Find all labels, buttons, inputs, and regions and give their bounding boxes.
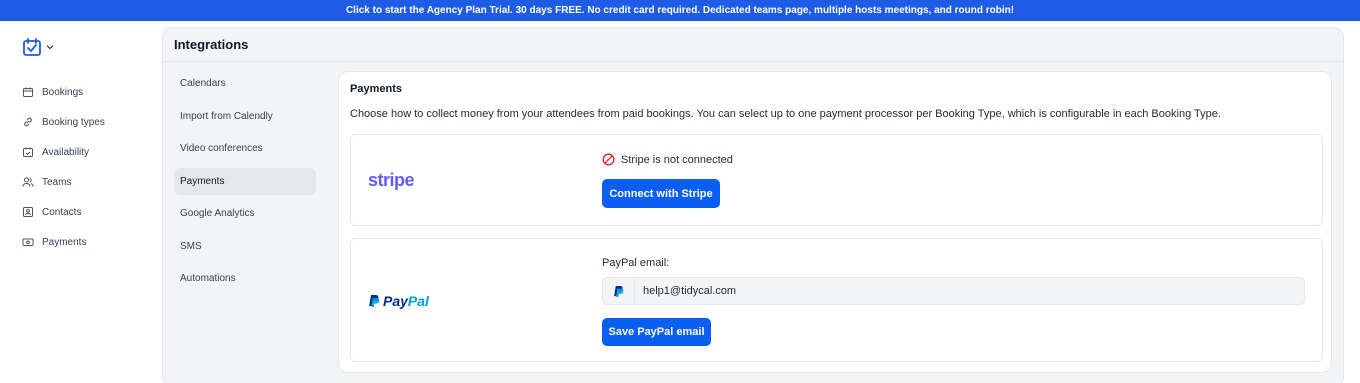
paypal-logo-pay: Pay [383, 293, 408, 309]
link-icon [24, 117, 32, 127]
promo-banner[interactable]: Click to start the Agency Plan Trial. 30… [0, 0, 1360, 21]
sidebar-item-contacts[interactable]: Contacts [22, 197, 105, 227]
money-icon [22, 238, 34, 246]
sidebar-item-label: Payments [42, 236, 87, 248]
paypal-prefix [603, 278, 635, 304]
payments-description: Choose how to collect money from your at… [350, 108, 1221, 120]
calendar-check-icon [23, 147, 33, 157]
subnav-item-payments[interactable]: Payments [174, 167, 316, 195]
stripe-status-text: Stripe is not connected [621, 153, 733, 166]
paypal-icon [614, 285, 624, 297]
calendar-icon [23, 87, 33, 97]
stripe-logo: stripe [368, 170, 415, 190]
app-logo-menu[interactable] [22, 37, 54, 57]
sidebar-item-label: Booking types [42, 116, 105, 128]
sidebar-item-bookings[interactable]: Bookings [22, 77, 105, 107]
subnav-item-automations[interactable]: Automations [174, 265, 316, 292]
paypal-logo: Pay Pal [368, 293, 429, 309]
sidebar-item-availability[interactable]: Availability [22, 137, 105, 167]
sidebar-item-label: Contacts [42, 206, 82, 218]
stripe-status: Stripe is not connected [602, 153, 733, 166]
subnav-item-google-analytics[interactable]: Google Analytics [174, 200, 316, 227]
app-logo-icon [23, 38, 41, 56]
subnav-item-import-calendly[interactable]: Import from Calendly [174, 103, 316, 130]
paypal-email-input[interactable] [635, 285, 1304, 297]
promo-banner-text: Click to start the Agency Plan Trial. 30… [345, 5, 1015, 16]
payments-card: Payments Choose how to collect money fro… [338, 71, 1332, 373]
sidebar-item-label: Availability [42, 146, 90, 158]
users-icon [22, 177, 34, 187]
paypal-logo-pal: Pal [407, 293, 429, 309]
stripe-provider: stripe Stripe is not connected Connect w… [350, 134, 1323, 226]
sidebar-nav: Bookings Booking types Availability Team… [22, 77, 105, 257]
payments-title: Payments [350, 83, 402, 95]
divider [163, 61, 1343, 62]
save-paypal-email-button[interactable]: Save PayPal email [602, 318, 711, 346]
integrations-subnav: Calendars Import from Calendly Video con… [174, 70, 316, 298]
left-sidebar: Bookings Booking types Availability Team… [0, 21, 160, 383]
sidebar-item-label: Teams [42, 176, 72, 188]
subnav-item-sms[interactable]: SMS [174, 233, 316, 260]
sidebar-item-booking-types[interactable]: Booking types [22, 107, 105, 137]
paypal-provider: PayPal PayPal email: Save PayPal email [350, 238, 1323, 362]
paypal-email-label: PayPal email: [602, 257, 670, 269]
sidebar-item-label: Bookings [42, 86, 84, 98]
contact-card-icon [23, 207, 33, 217]
sidebar-item-teams[interactable]: Teams [22, 167, 105, 197]
chevron-down-icon [46, 45, 54, 50]
connect-stripe-button[interactable]: Connect with Stripe [602, 179, 720, 208]
paypal-icon [369, 295, 380, 307]
not-connected-icon [602, 153, 615, 166]
integrations-panel: Integrations Calendars Import from Calen… [162, 27, 1344, 383]
paypal-email-field[interactable] [602, 277, 1305, 305]
sidebar-item-payments[interactable]: Payments [22, 227, 105, 257]
subnav-item-video-conferences[interactable]: Video conferences [174, 135, 316, 162]
page-title: Integrations [174, 37, 249, 52]
subnav-item-calendars[interactable]: Calendars [174, 70, 316, 97]
